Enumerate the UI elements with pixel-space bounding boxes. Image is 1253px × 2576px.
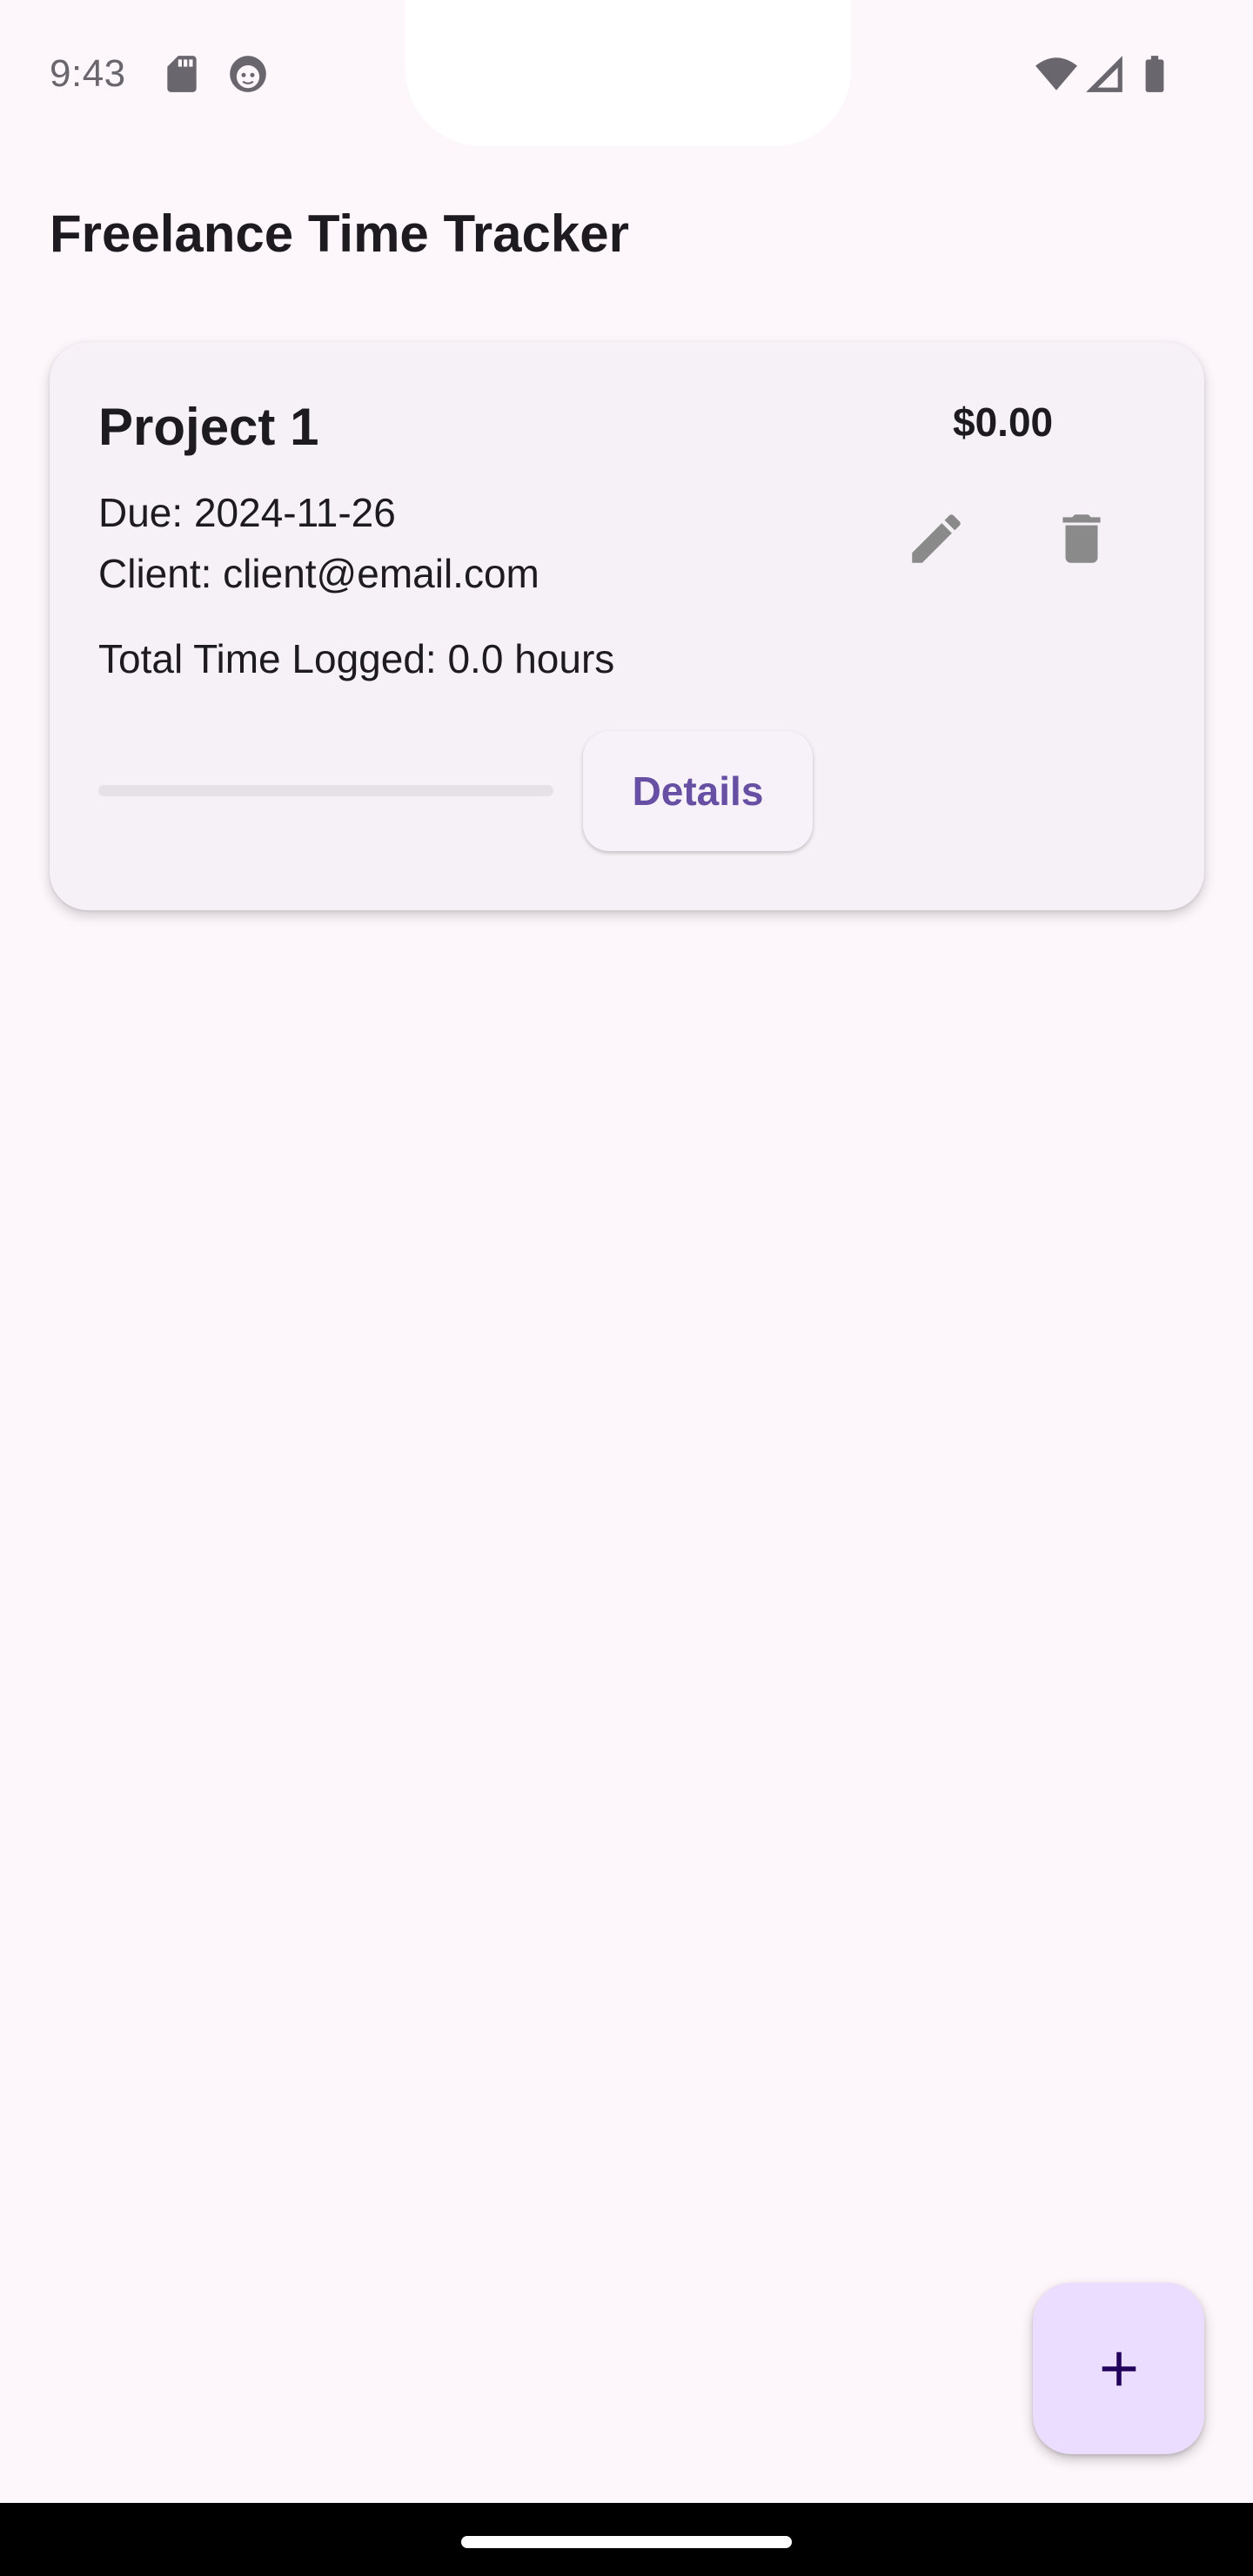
sd-card-icon <box>167 56 197 92</box>
pencil-icon <box>912 514 961 563</box>
add-project-button[interactable] <box>1033 2283 1204 2454</box>
trash-icon <box>1062 514 1101 563</box>
wifi-icon <box>1035 57 1077 91</box>
home-handle[interactable] <box>461 2536 792 2548</box>
project-total-time: Total Time Logged: 0.0 hours <box>98 636 615 681</box>
page-title: Freelance Time Tracker <box>50 205 629 263</box>
project-client: Client: client@email.com <box>98 551 539 596</box>
cell-signal-icon <box>1086 56 1122 92</box>
progress-bar <box>98 785 553 796</box>
details-button[interactable]: Details <box>583 731 813 851</box>
navigation-bar <box>0 2503 1253 2576</box>
plus-icon <box>1102 2351 1136 2385</box>
project-name: Project 1 <box>98 398 319 456</box>
project-due-date: Due: 2024-11-26 <box>98 490 396 535</box>
project-card: Project 1 $0.00 Due: 2024-11-26 Client: … <box>50 342 1204 910</box>
android-debug-icon <box>230 56 266 92</box>
battery-icon <box>1145 56 1164 92</box>
status-time: 9:43 <box>50 52 126 95</box>
edit-button[interactable] <box>884 486 988 591</box>
project-amount: $0.00 <box>953 399 1054 445</box>
camera-notch <box>405 0 851 146</box>
status-bar: 9:43 <box>0 0 1253 148</box>
delete-button[interactable] <box>1029 486 1134 591</box>
